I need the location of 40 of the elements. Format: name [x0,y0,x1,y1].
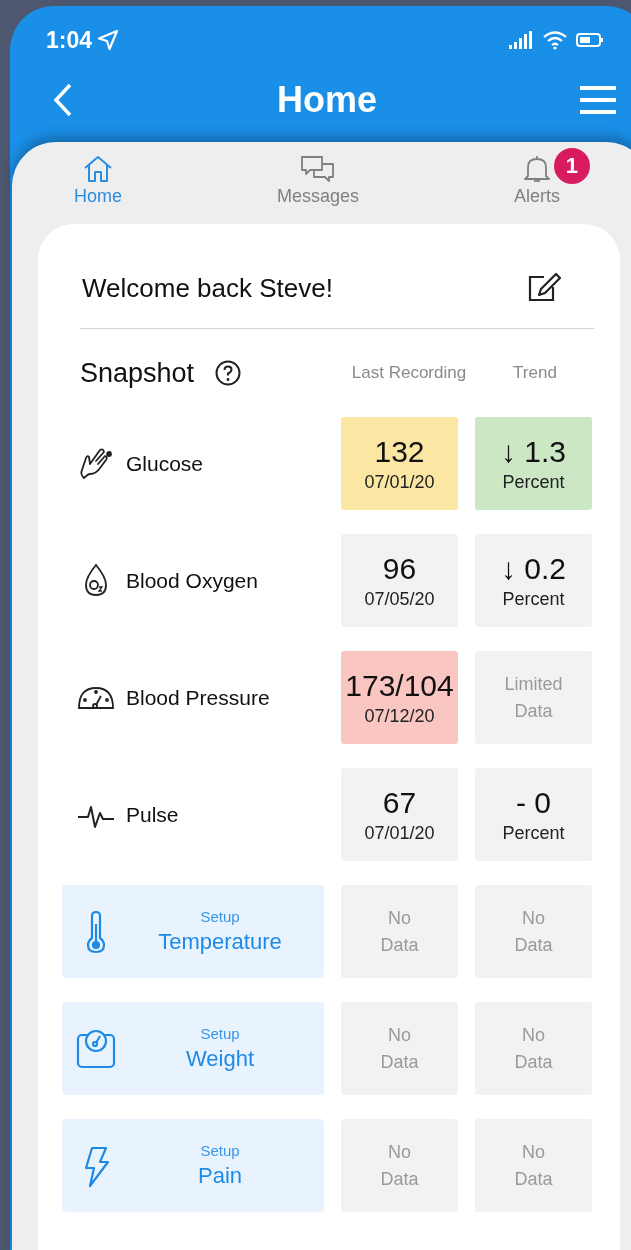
reading-tile: 96 07/05/20 [341,534,458,627]
nav-tab[interactable]: Messages [240,142,395,224]
chat-bubbles-icon [300,154,336,184]
reading-tile: No Data [341,1119,458,1212]
nav-tab[interactable]: 1 Alerts [477,142,596,224]
metric-name: Blood Oxygen [126,568,258,593]
header-title: Home [277,79,377,121]
alert-count-badge: 1 [553,148,590,184]
reading-tile: Limited Data [475,651,592,744]
menu-button[interactable] [580,84,616,116]
metric-name: Blood Pressure [126,685,270,710]
reading-tile: No Data [341,1002,458,1095]
help-icon[interactable] [214,359,243,387]
reading-tile: No Data [475,885,592,978]
reading-tile: ↓ 0.2 Percent [475,534,592,627]
metric-name: Glucose [126,451,204,476]
location-arrow-icon [96,28,121,52]
welcome-text: Welcome back Steve! [82,272,333,304]
setup-button[interactable]: Setup Temperature [62,885,324,978]
column-header: Last Recording [350,363,468,383]
reading-tile: 132 07/01/20 [341,417,458,510]
reading-tile: ↓ 1.3 Percent [475,417,592,510]
column-header: Trend [512,363,558,383]
back-button[interactable] [52,82,74,118]
reading-tile: No Data [475,1119,592,1212]
nav-tab[interactable]: Home [38,142,158,224]
reading-tile: No Data [341,885,458,978]
setup-button[interactable]: Setup Pain [62,1119,324,1212]
wifi-icon [542,30,568,50]
signal-icon [508,30,534,50]
reading-tile: - 0 Percent [475,768,592,861]
snapshot-title: Snapshot [80,357,195,389]
edit-button[interactable] [526,272,562,304]
status-time: 1:04 [46,26,93,54]
reading-tile: 173/104 07/12/20 [341,651,458,744]
setup-button[interactable]: Setup Weight [62,1002,324,1095]
reading-tile: No Data [475,1002,592,1095]
metric-name: Pulse [126,802,179,827]
reading-tile: 67 07/01/20 [341,768,458,861]
battery-icon [576,32,604,48]
